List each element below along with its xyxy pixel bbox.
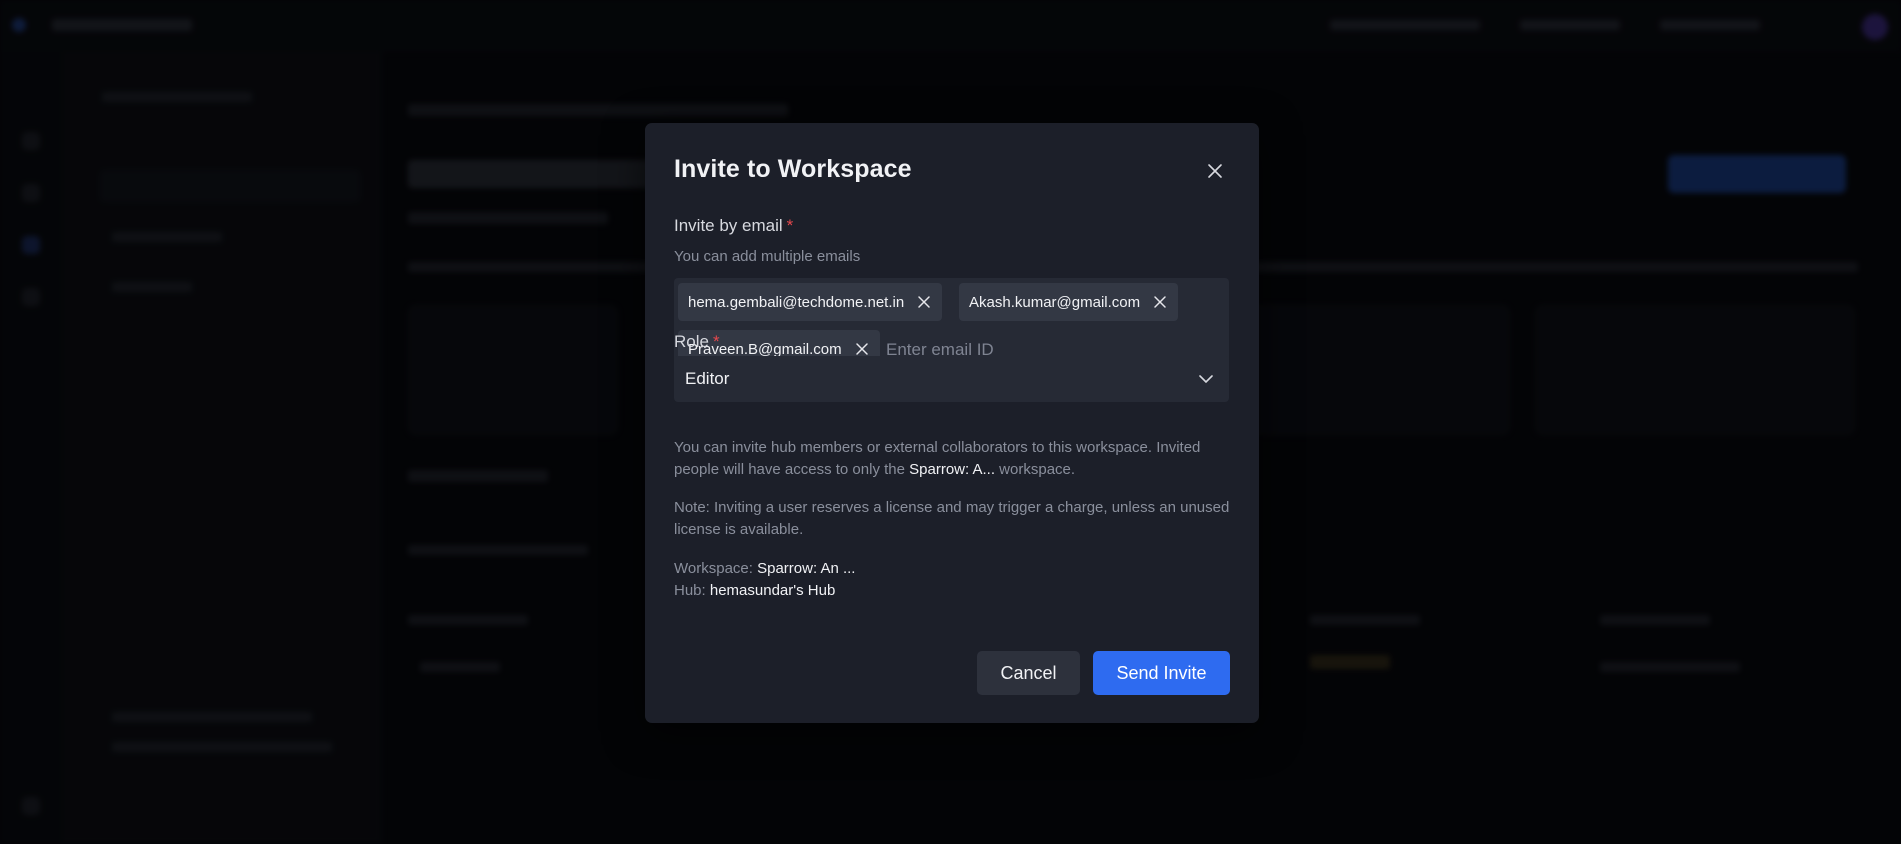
email-chip: hema.gembali@techdome.net.in: [678, 283, 943, 321]
workspace-meta-label: Workspace:: [674, 560, 753, 577]
invite-modal: Invite to Workspace Invite by email * You…: [645, 123, 1259, 723]
info-text-suffix: workspace.: [995, 461, 1076, 478]
remove-email-button[interactable]: [914, 292, 934, 312]
invite-email-label-text: Invite by email: [674, 216, 783, 235]
role-selected-value: Editor: [685, 369, 730, 388]
required-mark: *: [786, 216, 794, 235]
email-chip: Akash.kumar@gmail.com: [959, 283, 1179, 321]
invite-email-hint: You can add multiple emails: [674, 248, 861, 265]
role-label: Role *: [674, 332, 720, 352]
role-select[interactable]: Editor: [674, 356, 1229, 402]
hub-meta: Hub: hemasundar's Hub: [674, 582, 835, 599]
remove-email-button[interactable]: [1150, 292, 1170, 312]
close-icon: [1208, 164, 1222, 178]
role-label-text: Role: [674, 332, 709, 351]
modal-title: Invite to Workspace: [674, 155, 912, 183]
invite-info-text: You can invite hub members or external c…: [674, 437, 1234, 481]
license-note: Note: Inviting a user reserves a license…: [674, 499, 1230, 538]
cancel-button[interactable]: Cancel: [977, 651, 1080, 695]
workspace-meta: Workspace: Sparrow: An ...: [674, 560, 855, 577]
close-icon: [1154, 296, 1166, 308]
hub-meta-label: Hub:: [674, 582, 706, 599]
email-chip-text: hema.gembali@techdome.net.in: [688, 293, 905, 311]
invite-email-label: Invite by email *: [674, 216, 793, 236]
email-chip-text: Akash.kumar@gmail.com: [969, 293, 1141, 311]
close-button[interactable]: [1201, 157, 1229, 185]
close-icon: [918, 296, 930, 308]
close-icon: [855, 343, 868, 355]
chevron-down-icon: [1199, 375, 1213, 383]
required-mark: *: [712, 332, 720, 351]
send-invite-button[interactable]: Send Invite: [1093, 651, 1230, 695]
hub-meta-value: hemasundar's Hub: [709, 582, 836, 599]
info-workspace-name: Sparrow: A...: [909, 461, 996, 478]
workspace-meta-value: Sparrow: An ...: [757, 560, 856, 577]
